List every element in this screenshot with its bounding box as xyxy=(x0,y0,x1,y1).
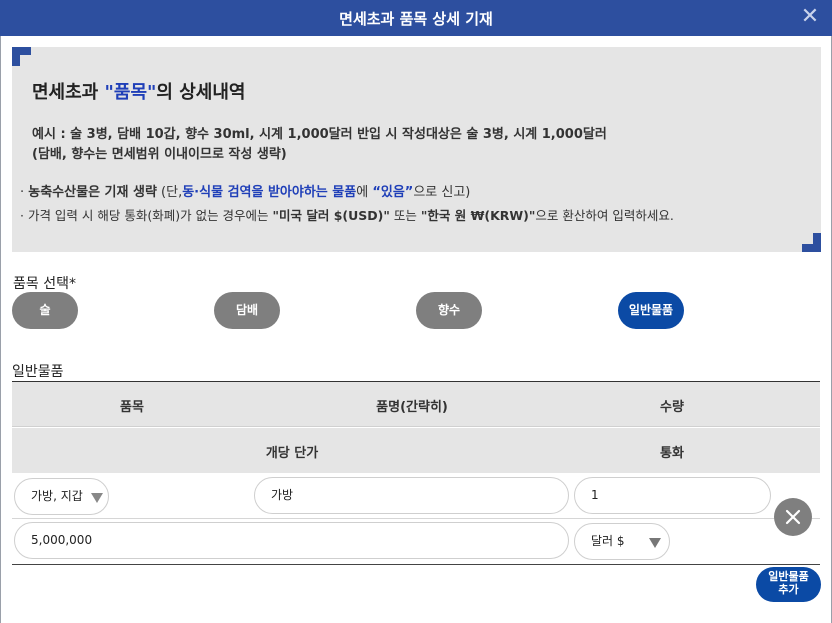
table-header-row2: 개당 단가 통화 xyxy=(12,428,820,473)
delete-row-button[interactable] xyxy=(774,498,812,536)
table-header-row1: 품목 품명(간략히) 수량 xyxy=(12,382,820,427)
header-item-type: 품목 xyxy=(120,400,144,415)
quantity-input[interactable]: 1 xyxy=(574,477,771,514)
category-general-button[interactable]: 일반물품 xyxy=(618,292,684,329)
header-currency: 통화 xyxy=(660,446,684,461)
notice-bullet-agri: · 농축수산물은 기재 생략 (단,동·식물 검역을 받아야하는 물품에 “있음… xyxy=(20,185,471,200)
notice-heading: 면세초과 "품목"의 상세내역 xyxy=(32,82,246,103)
unit-price-input[interactable]: 5,000,000 xyxy=(14,522,569,559)
category-perfume-button[interactable]: 향수 xyxy=(416,292,482,329)
notice-example-line2: (담배, 향수는 면세범위 이내이므로 작성 생략) xyxy=(32,147,287,162)
item-name-input[interactable]: 가방 xyxy=(254,477,569,514)
table-bottom-border xyxy=(12,564,820,565)
category-liquor-button[interactable]: 술 xyxy=(12,292,78,329)
currency-select[interactable]: 달러 $ xyxy=(574,523,670,560)
dialog-titlebar: 면세초과 품목 상세 기재 ✕ xyxy=(0,0,832,36)
header-quantity: 수량 xyxy=(660,400,684,415)
category-label: 품목 선택* xyxy=(13,276,76,292)
corner-decoration xyxy=(12,47,31,66)
header-unit-price: 개당 단가 xyxy=(265,446,319,461)
item-type-select[interactable]: 가방, 지갑 xyxy=(14,478,109,515)
table-section-label: 일반물품 xyxy=(12,364,64,380)
close-icon[interactable]: ✕ xyxy=(800,6,820,28)
header-item-name: 품명(간략히) xyxy=(376,400,448,415)
corner-decoration xyxy=(802,233,821,252)
dialog-title: 면세초과 품목 상세 기재 xyxy=(339,10,493,28)
chevron-down-icon xyxy=(91,493,103,503)
chevron-down-icon xyxy=(649,538,661,548)
category-tobacco-button[interactable]: 담배 xyxy=(214,292,280,329)
notice-bullet-currency: · 가격 입력 시 해당 통화(화폐)가 없는 경우에는 "미국 달러 $(US… xyxy=(20,208,674,223)
add-general-item-button[interactable]: 일반물품 추가 xyxy=(756,567,821,602)
notice-box: 면세초과 "품목"의 상세내역 예시 : 술 3병, 담배 10갑, 향수 30… xyxy=(12,47,821,252)
row-divider xyxy=(12,518,820,519)
notice-example-line1: 예시 : 술 3병, 담배 10갑, 향수 30ml, 시계 1,000달러 반… xyxy=(32,127,607,142)
close-icon xyxy=(785,509,801,525)
